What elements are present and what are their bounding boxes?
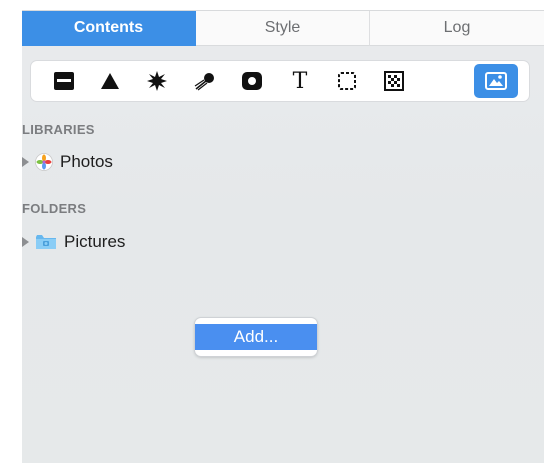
triangle-tool-button[interactable] (90, 61, 130, 101)
tab-log[interactable]: Log (370, 11, 544, 46)
folder-item-pictures[interactable]: Pictures (22, 231, 125, 253)
folders-header: FOLDERS (22, 201, 87, 216)
text-icon: T (292, 68, 308, 94)
folder-item-label: Pictures (64, 232, 126, 251)
disclosure-triangle-icon[interactable] (22, 157, 29, 167)
image-tool-button[interactable] (474, 64, 518, 98)
burst-icon (147, 71, 167, 91)
add-button[interactable]: Add... (195, 318, 317, 356)
text-tool-button[interactable]: T (280, 61, 320, 101)
photos-app-icon (35, 153, 53, 171)
source-toolbar: T (31, 61, 529, 101)
pictures-folder-icon (36, 235, 56, 249)
selection-icon (338, 72, 356, 90)
libraries-header: LIBRARIES (22, 122, 95, 137)
comet-tool-button[interactable] (185, 61, 225, 101)
print-tool-button[interactable] (44, 61, 84, 101)
tab-contents[interactable]: Contents (22, 11, 196, 46)
print-icon (54, 72, 74, 90)
record-tool-button[interactable] (232, 61, 272, 101)
record-icon (242, 72, 262, 90)
library-item-photos[interactable]: Photos (22, 151, 113, 173)
tab-style[interactable]: Style (196, 11, 370, 46)
image-icon (485, 72, 507, 90)
triangle-icon (101, 73, 119, 89)
contents-panel: Contents Style Log T LIBRARIES Photos FO… (22, 10, 544, 463)
disclosure-triangle-icon[interactable] (22, 237, 29, 247)
add-menu-item[interactable]: Add... (195, 324, 317, 350)
tab-bar: Contents Style Log (22, 11, 544, 46)
selection-tool-button[interactable] (327, 61, 367, 101)
library-item-label: Photos (60, 152, 113, 171)
burst-tool-button[interactable] (137, 61, 177, 101)
comet-icon (194, 73, 214, 91)
pattern-icon (384, 71, 404, 91)
pattern-tool-button[interactable] (374, 61, 414, 101)
